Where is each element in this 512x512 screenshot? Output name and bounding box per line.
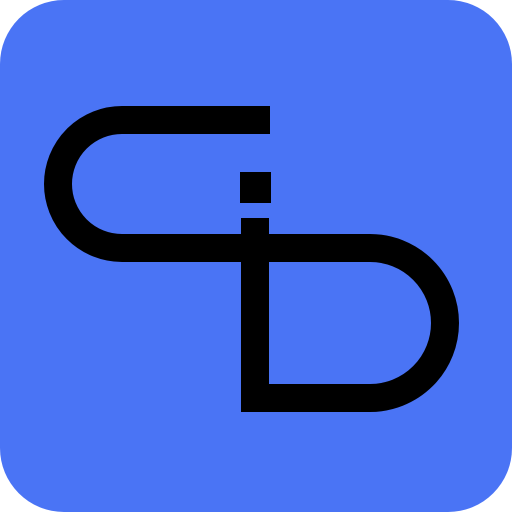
monogram-dot [240, 172, 271, 203]
app-icon [0, 0, 512, 512]
icon-canvas [0, 0, 512, 512]
